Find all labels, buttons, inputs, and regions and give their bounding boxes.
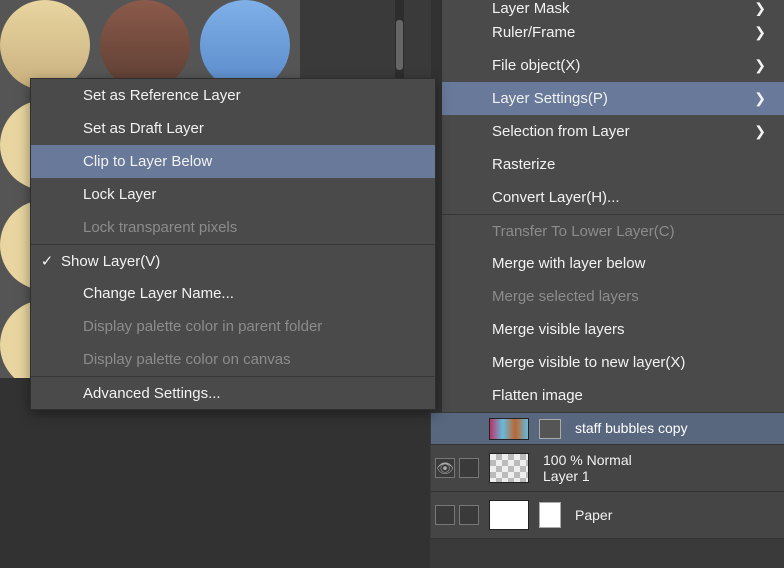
menu-layer-settings[interactable]: Layer Settings(P) ❯: [442, 82, 784, 115]
menu-file-object[interactable]: File object(X) ❯: [442, 49, 784, 82]
menu-merge-visible[interactable]: Merge visible layers: [442, 313, 784, 346]
layer-row-layer-1[interactable]: 👁 100 % Normal Layer 1: [431, 445, 784, 492]
layer-context-menu: Layer Mask ❯ Ruler/Frame ❯ File object(X…: [441, 0, 784, 412]
menu-merge-selected: Merge selected layers: [442, 280, 784, 313]
layer-name: Layer 1: [543, 468, 632, 484]
menu-display-palette-canvas: Display palette color on canvas: [31, 343, 435, 376]
menu-advanced-settings[interactable]: Advanced Settings...: [31, 376, 435, 409]
layer-info: 100 % Normal Layer 1: [543, 452, 632, 484]
lock-toggle[interactable]: [459, 458, 479, 478]
menu-convert-layer[interactable]: Convert Layer(H)...: [442, 181, 784, 214]
visibility-toggle[interactable]: [435, 505, 455, 525]
layer-panel: staff bubbles copy 👁 100 % Normal Layer …: [431, 413, 784, 539]
eye-icon: 👁: [436, 460, 454, 477]
visibility-toggle[interactable]: 👁: [435, 458, 455, 478]
canvas-scrollbar[interactable]: [395, 0, 404, 88]
layer-row-paper[interactable]: Paper: [431, 492, 784, 539]
menu-change-layer-name[interactable]: Change Layer Name...: [31, 277, 435, 310]
menu-layer-mask[interactable]: Layer Mask ❯: [442, 0, 784, 16]
menu-lock-layer[interactable]: Lock Layer: [31, 178, 435, 211]
menu-merge-below[interactable]: Merge with layer below: [442, 247, 784, 280]
menu-flatten-image[interactable]: Flatten image: [442, 379, 784, 412]
lock-toggle[interactable]: [459, 505, 479, 525]
layer-mask-thumbnail: [539, 419, 561, 439]
layer-thumbnail: [489, 453, 529, 483]
chevron-right-icon: ❯: [754, 90, 766, 107]
layer-thumbnail: [489, 500, 529, 530]
menu-lock-transparent-pixels: Lock transparent pixels: [31, 211, 435, 244]
menu-set-reference-layer[interactable]: Set as Reference Layer: [31, 79, 435, 112]
layer-settings-submenu: Set as Reference Layer Set as Draft Laye…: [30, 78, 436, 410]
layer-row-staff-bubbles-copy[interactable]: staff bubbles copy: [431, 413, 784, 445]
paper-icon: [539, 502, 561, 528]
layer-name: Paper: [575, 507, 612, 523]
layer-name: staff bubbles copy: [575, 420, 688, 436]
menu-rasterize[interactable]: Rasterize: [442, 148, 784, 181]
menu-clip-to-layer-below[interactable]: Clip to Layer Below: [31, 145, 435, 178]
chevron-right-icon: ❯: [754, 57, 766, 74]
menu-set-draft-layer[interactable]: Set as Draft Layer: [31, 112, 435, 145]
menu-show-layer[interactable]: ✓ Show Layer(V): [31, 244, 435, 277]
menu-transfer-lower: Transfer To Lower Layer(C): [442, 214, 784, 247]
menu-merge-visible-new[interactable]: Merge visible to new layer(X): [442, 346, 784, 379]
layer-thumbnail: [489, 418, 529, 440]
chevron-right-icon: ❯: [754, 24, 766, 41]
chevron-right-icon: ❯: [754, 123, 766, 140]
chevron-right-icon: ❯: [754, 0, 766, 16]
menu-display-palette-parent: Display palette color in parent folder: [31, 310, 435, 343]
menu-selection-from-layer[interactable]: Selection from Layer ❯: [442, 115, 784, 148]
menu-ruler-frame[interactable]: Ruler/Frame ❯: [442, 16, 784, 49]
